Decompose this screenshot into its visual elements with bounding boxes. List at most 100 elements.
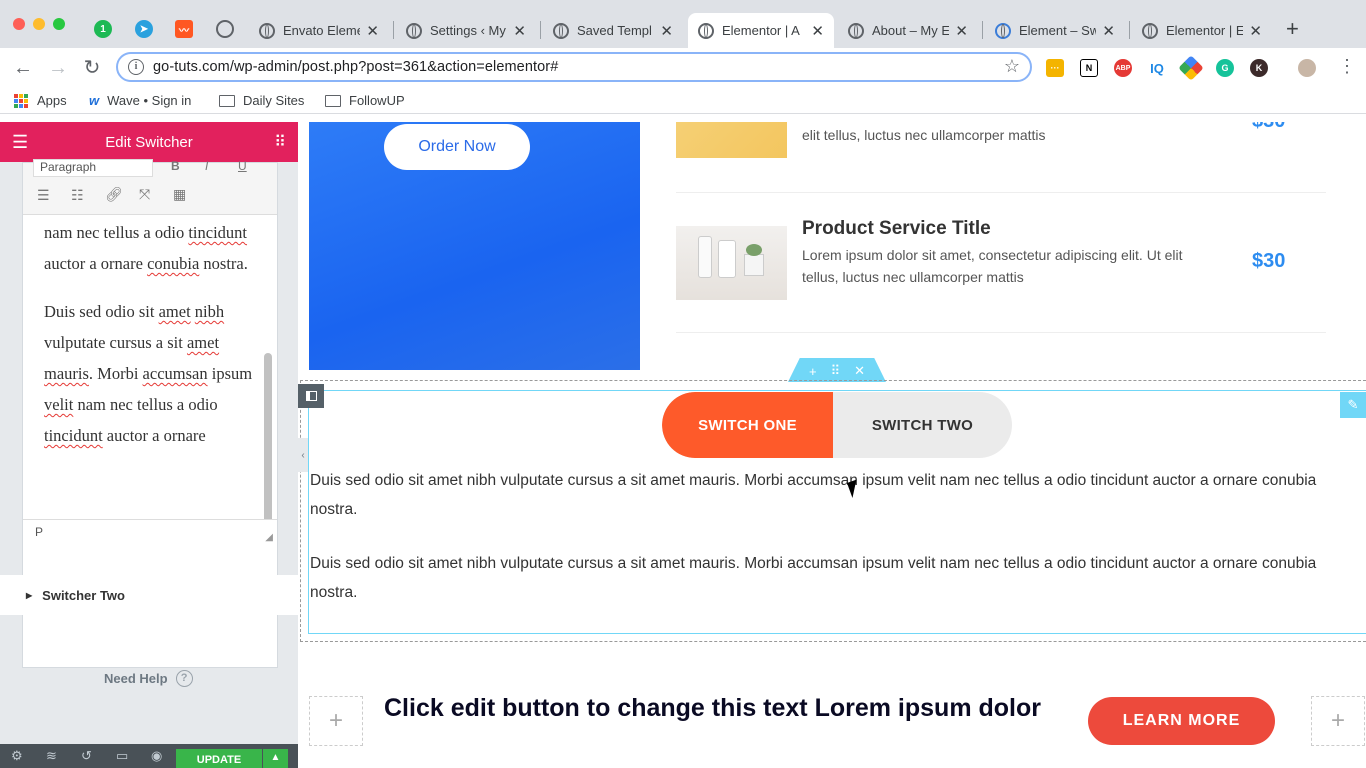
responsive-desktop-icon[interactable]: ▭: [116, 748, 128, 764]
switcher-toggle[interactable]: SWITCH ONE SWITCH TWO: [662, 392, 1012, 458]
preview-eye-icon[interactable]: ◉: [151, 748, 162, 764]
tab-saved-templates[interactable]: Saved Templ ✕: [543, 13, 683, 48]
bookmark-label: Wave • Sign in: [107, 93, 192, 108]
bookmark-followup[interactable]: FollowUP: [325, 93, 405, 108]
switch-one-button[interactable]: SWITCH ONE: [662, 392, 833, 458]
editor-scrollbar[interactable]: [264, 353, 272, 531]
menu-kebab-icon[interactable]: ⋮: [1338, 56, 1356, 77]
extension-grammarly-icon[interactable]: G: [1216, 59, 1234, 77]
tab-elementor-active[interactable]: Elementor | A ✕: [688, 13, 834, 48]
product-image: [676, 122, 787, 158]
history-icon[interactable]: ↺: [81, 748, 92, 764]
tab-close-icon[interactable]: ✕: [1249, 22, 1262, 40]
pinned-tab-telegram-icon[interactable]: ➤: [135, 20, 153, 38]
add-column-icon[interactable]: +: [1311, 696, 1365, 746]
info-icon[interactable]: i: [128, 59, 144, 75]
section-switcher-two[interactable]: ▶ Switcher Two: [0, 575, 298, 615]
tab-about[interactable]: About – My E ✕: [838, 13, 978, 48]
pinned-tab-activity-icon[interactable]: 〰: [175, 20, 193, 38]
update-button[interactable]: UPDATE: [176, 749, 262, 768]
panel-header: ☰ Edit Switcher ⠿: [0, 122, 298, 162]
extension-adblock-icon[interactable]: ABP: [1114, 59, 1132, 77]
url-text: go-tuts.com/wp-admin/post.php?post=361&a…: [153, 59, 559, 75]
address-bar[interactable]: i go-tuts.com/wp-admin/post.php?post=361…: [116, 52, 1032, 82]
need-help-label: Need Help: [104, 671, 168, 686]
window-close-button[interactable]: [13, 18, 25, 30]
new-tab-button[interactable]: +: [1286, 16, 1299, 42]
order-now-button[interactable]: Order Now: [384, 124, 530, 170]
format-select[interactable]: Paragraph: [33, 159, 153, 177]
tab-settings[interactable]: Settings ‹ My ✕: [396, 13, 536, 48]
need-help-link[interactable]: Need Help ?: [104, 670, 193, 687]
bookmark-apps[interactable]: Apps: [14, 93, 67, 108]
extension-k-icon[interactable]: K: [1250, 59, 1268, 77]
tab-elementor-2[interactable]: Elementor | E ✕: [1132, 13, 1272, 48]
bookmark-label: Apps: [37, 93, 67, 108]
folder-icon: [219, 94, 235, 107]
bookmark-star-icon[interactable]: ☆: [1004, 56, 1020, 77]
settings-gear-icon[interactable]: ⚙: [11, 748, 23, 764]
tab-close-icon[interactable]: ✕: [955, 22, 968, 40]
bookmark-daily-sites[interactable]: Daily Sites: [219, 93, 304, 108]
globe-icon: [1142, 22, 1158, 39]
apps-grid-icon: [14, 93, 28, 108]
tab-element-switcher[interactable]: Element – Sw ✕: [985, 13, 1125, 48]
wordpress-icon: [995, 22, 1011, 39]
delete-section-icon[interactable]: ✕: [854, 363, 865, 379]
resize-handle-icon[interactable]: ◢: [265, 532, 273, 543]
pinned-tab-globe-icon[interactable]: [216, 20, 234, 38]
tab-close-icon[interactable]: ✕: [1102, 22, 1115, 40]
tab-title: Element – Sw: [1019, 23, 1097, 38]
switch-two-button[interactable]: SWITCH TWO: [833, 392, 1012, 458]
bullet-list-icon[interactable]: ☰: [37, 187, 50, 204]
tab-envato[interactable]: Envato Eleme ✕: [249, 13, 389, 48]
bookmark-wave[interactable]: w Wave • Sign in: [89, 93, 191, 108]
profile-avatar[interactable]: [1298, 59, 1316, 77]
forward-arrow-icon[interactable]: →: [46, 56, 70, 80]
product-price: $30: [1252, 122, 1285, 133]
editor-content[interactable]: nam nec tellus a odio tincidunt auctor a…: [44, 217, 259, 519]
numbered-list-icon[interactable]: ☷: [71, 187, 84, 204]
bold-icon[interactable]: B: [171, 159, 180, 173]
globe-icon: [406, 22, 422, 39]
edit-pencil-icon[interactable]: ✎: [1340, 392, 1366, 418]
switcher-paragraph: Duis sed odio sit amet nibh vulputate cu…: [310, 472, 1317, 518]
caret-right-icon: ▶: [26, 590, 33, 600]
page-preview: Order Now elit tellus, luctus nec ullamc…: [298, 122, 1366, 768]
extension-notion-icon[interactable]: N: [1080, 59, 1098, 77]
extension-iq-icon[interactable]: IQ: [1148, 59, 1166, 77]
update-options-caret-icon[interactable]: ▲: [263, 749, 288, 768]
tab-close-icon[interactable]: ✕: [660, 22, 673, 40]
product-title: Product Service Title: [802, 218, 991, 239]
layers-icon[interactable]: ≋: [46, 748, 57, 764]
toolbar-toggle-icon[interactable]: ▦: [173, 186, 186, 203]
learn-more-button[interactable]: LEARN MORE: [1088, 697, 1275, 745]
underline-icon[interactable]: U: [238, 159, 247, 173]
tab-close-icon[interactable]: ✕: [811, 22, 824, 40]
tab-close-icon[interactable]: ✕: [366, 22, 379, 40]
wave-logo-icon: w: [89, 93, 100, 108]
reload-icon[interactable]: ↻: [80, 56, 104, 80]
window-maximize-button[interactable]: [53, 18, 65, 30]
add-section-icon[interactable]: +: [809, 364, 817, 379]
globe-icon: [848, 22, 864, 39]
product-description: Lorem ipsum dolor sit amet, consectetur …: [802, 247, 1183, 285]
column-handle-icon[interactable]: [298, 384, 324, 408]
link-icon[interactable]: 🔗︎: [105, 186, 123, 203]
drag-handle-icon[interactable]: ⠿: [831, 363, 841, 379]
panel-title: Edit Switcher: [105, 133, 193, 151]
collapse-panel-icon[interactable]: ‹: [298, 438, 308, 472]
back-arrow-icon[interactable]: ←: [11, 56, 35, 80]
section-handle[interactable]: + ⠿ ✕: [788, 358, 886, 382]
divider: [676, 192, 1326, 193]
italic-icon[interactable]: I: [205, 159, 208, 173]
fullscreen-icon[interactable]: ⤧: [139, 186, 150, 203]
tab-close-icon[interactable]: ✕: [513, 22, 526, 40]
window-minimize-button[interactable]: [33, 18, 45, 30]
add-column-icon[interactable]: +: [309, 696, 363, 746]
globe-icon: [698, 22, 714, 39]
pinned-tab-badge-icon[interactable]: 1: [94, 20, 112, 38]
extension-notes-icon[interactable]: ···: [1046, 59, 1064, 77]
hamburger-menu-icon[interactable]: ☰: [12, 132, 28, 153]
widgets-grid-icon[interactable]: ⠿: [274, 132, 286, 152]
